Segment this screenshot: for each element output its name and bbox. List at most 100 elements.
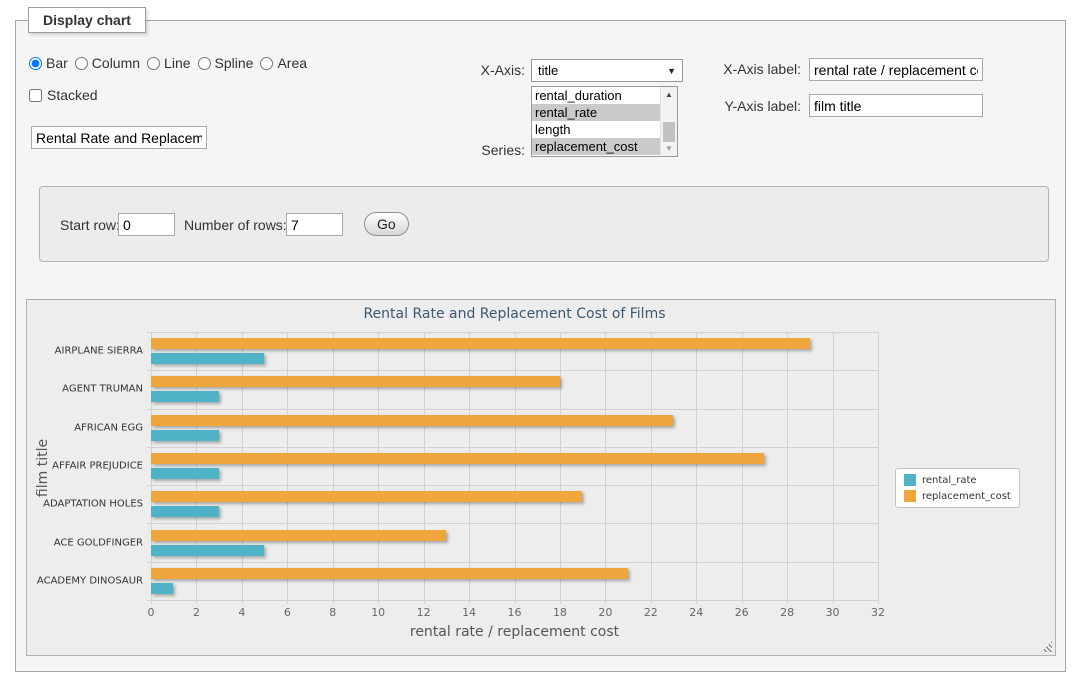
bar-replacement_cost <box>151 568 628 579</box>
stacked-label: Stacked <box>47 87 98 103</box>
series-option-length[interactable]: length <box>532 121 660 138</box>
series-select[interactable]: rental_durationrental_ratelengthreplacem… <box>531 86 678 157</box>
plot-area <box>151 332 878 600</box>
legend-item-rental_rate[interactable]: rental_rate <box>904 474 1011 486</box>
bar-group <box>151 523 878 561</box>
y-category-label: ACE GOLDFINGER <box>54 537 143 548</box>
chart-type-option-bar[interactable]: Bar <box>29 55 68 71</box>
chart-type-option-spline[interactable]: Spline <box>198 55 254 71</box>
x-tick-label: 2 <box>193 606 200 619</box>
radio-column[interactable] <box>75 57 88 70</box>
stacked-checkbox[interactable] <box>29 89 42 102</box>
bar-group <box>151 409 878 447</box>
radio-line[interactable] <box>147 57 160 70</box>
chart-title: Rental Rate and Replacement Cost of Film… <box>151 306 878 322</box>
y-axis-label-label: Y-Axis label: <box>676 98 801 114</box>
bar-rental_rate <box>151 506 219 517</box>
radio-label: Bar <box>46 55 68 71</box>
scroll-down-icon[interactable]: ▼ <box>661 141 677 156</box>
x-tick-label: 8 <box>329 606 336 619</box>
y-category-label: AFFAIR PREJUDICE <box>52 461 143 472</box>
bar-rental_rate <box>151 430 219 441</box>
bar-rental_rate <box>151 391 219 402</box>
bar-group <box>151 332 878 370</box>
legend-label: rental_rate <box>922 475 977 486</box>
legend-label: replacement_cost <box>922 491 1011 502</box>
series-scrollbar[interactable]: ▲ ▼ <box>660 87 677 156</box>
bar-group <box>151 562 878 600</box>
panel-legend: Display chart <box>28 7 146 33</box>
stacked-option[interactable]: Stacked <box>29 87 98 103</box>
y-axis-label-input[interactable] <box>809 94 983 117</box>
bar-rental_rate <box>151 583 173 594</box>
x-tick-label: 30 <box>826 606 840 619</box>
bar-group <box>151 447 878 485</box>
x-axis-label-input[interactable] <box>809 58 983 81</box>
y-category-labels: AIRPLANE SIERRA AGENT TRUMAN AFRICAN EGG AF… <box>27 332 143 600</box>
go-button[interactable]: Go <box>364 212 409 236</box>
radio-spline[interactable] <box>198 57 211 70</box>
resize-grip-icon[interactable] <box>1041 641 1052 652</box>
scroll-up-icon[interactable]: ▲ <box>661 87 677 102</box>
number-of-rows-label: Number of rows: <box>184 217 287 233</box>
x-tick-label: 10 <box>371 606 385 619</box>
bar-group <box>151 370 878 408</box>
bar-rental_rate <box>151 545 264 556</box>
legend-swatch-icon <box>904 474 916 486</box>
start-row-label: Start row: <box>60 217 120 233</box>
row-range-panel: Start row: Number of rows: Go <box>39 186 1049 262</box>
x-tick-label: 26 <box>735 606 749 619</box>
x-tick-label: 14 <box>462 606 476 619</box>
gridline-vertical <box>878 332 879 604</box>
bar-replacement_cost <box>151 491 582 502</box>
bar-replacement_cost <box>151 376 560 387</box>
chart-type-option-column[interactable]: Column <box>75 55 140 71</box>
display-chart-panel: Display chart BarColumnLineSplineArea St… <box>15 20 1066 672</box>
x-ticks: 02468101214161820222426283032 <box>151 606 878 620</box>
legend-item-replacement_cost[interactable]: replacement_cost <box>904 490 1011 502</box>
bar-rows <box>151 332 878 600</box>
bar-replacement_cost <box>151 338 810 349</box>
y-category-label: AIRPLANE SIERRA <box>55 346 143 357</box>
number-of-rows-input[interactable] <box>286 213 343 236</box>
x-tick-label: 12 <box>417 606 431 619</box>
x-tick-label: 6 <box>284 606 291 619</box>
start-row-input[interactable] <box>118 213 175 236</box>
series-select-label: Series: <box>446 142 525 158</box>
y-category-label: AGENT TRUMAN <box>62 384 143 395</box>
x-tick-label: 22 <box>644 606 658 619</box>
x-axis-select[interactable]: title ▼ <box>531 59 683 82</box>
bar-replacement_cost <box>151 530 446 541</box>
x-tick-label: 32 <box>871 606 885 619</box>
radio-label: Area <box>277 55 307 71</box>
scrollbar-thumb[interactable] <box>663 122 675 142</box>
x-tick-label: 28 <box>780 606 794 619</box>
series-option-replacement_cost[interactable]: replacement_cost <box>532 138 660 155</box>
x-tick-label: 16 <box>508 606 522 619</box>
legend-swatch-icon <box>904 490 916 502</box>
x-axis-select-label: X-Axis: <box>446 62 525 78</box>
bar-rental_rate <box>151 353 264 364</box>
chart-x-axis-title: rental rate / replacement cost <box>151 624 878 640</box>
chart-title-input[interactable] <box>31 126 207 149</box>
y-category-label: AFRICAN EGG <box>74 422 143 433</box>
y-category-label: ADAPTATION HOLES <box>43 499 143 510</box>
x-tick-label: 18 <box>553 606 567 619</box>
radio-label: Spline <box>215 55 254 71</box>
series-options: rental_durationrental_ratelengthreplacem… <box>532 87 660 155</box>
x-tick-label: 20 <box>598 606 612 619</box>
chart: Rental Rate and Replacement Cost of Film… <box>26 299 1056 656</box>
series-option-rental_duration[interactable]: rental_duration <box>532 87 660 104</box>
x-tick-label: 24 <box>689 606 703 619</box>
radio-label: Line <box>164 55 190 71</box>
chevron-down-icon: ▼ <box>667 66 676 76</box>
chart-type-radios: Bar Column Line Spline Area <box>29 55 314 71</box>
radio-area[interactable] <box>260 57 273 70</box>
x-axis-label-label: X-Axis label: <box>676 61 801 77</box>
chart-type-option-line[interactable]: Line <box>147 55 190 71</box>
y-category-label: ACADEMY DINOSAUR <box>37 575 143 586</box>
chart-type-option-area[interactable]: Area <box>260 55 307 71</box>
radio-bar[interactable] <box>29 57 42 70</box>
series-option-rental_rate[interactable]: rental_rate <box>532 104 660 121</box>
radio-label: Column <box>92 55 140 71</box>
